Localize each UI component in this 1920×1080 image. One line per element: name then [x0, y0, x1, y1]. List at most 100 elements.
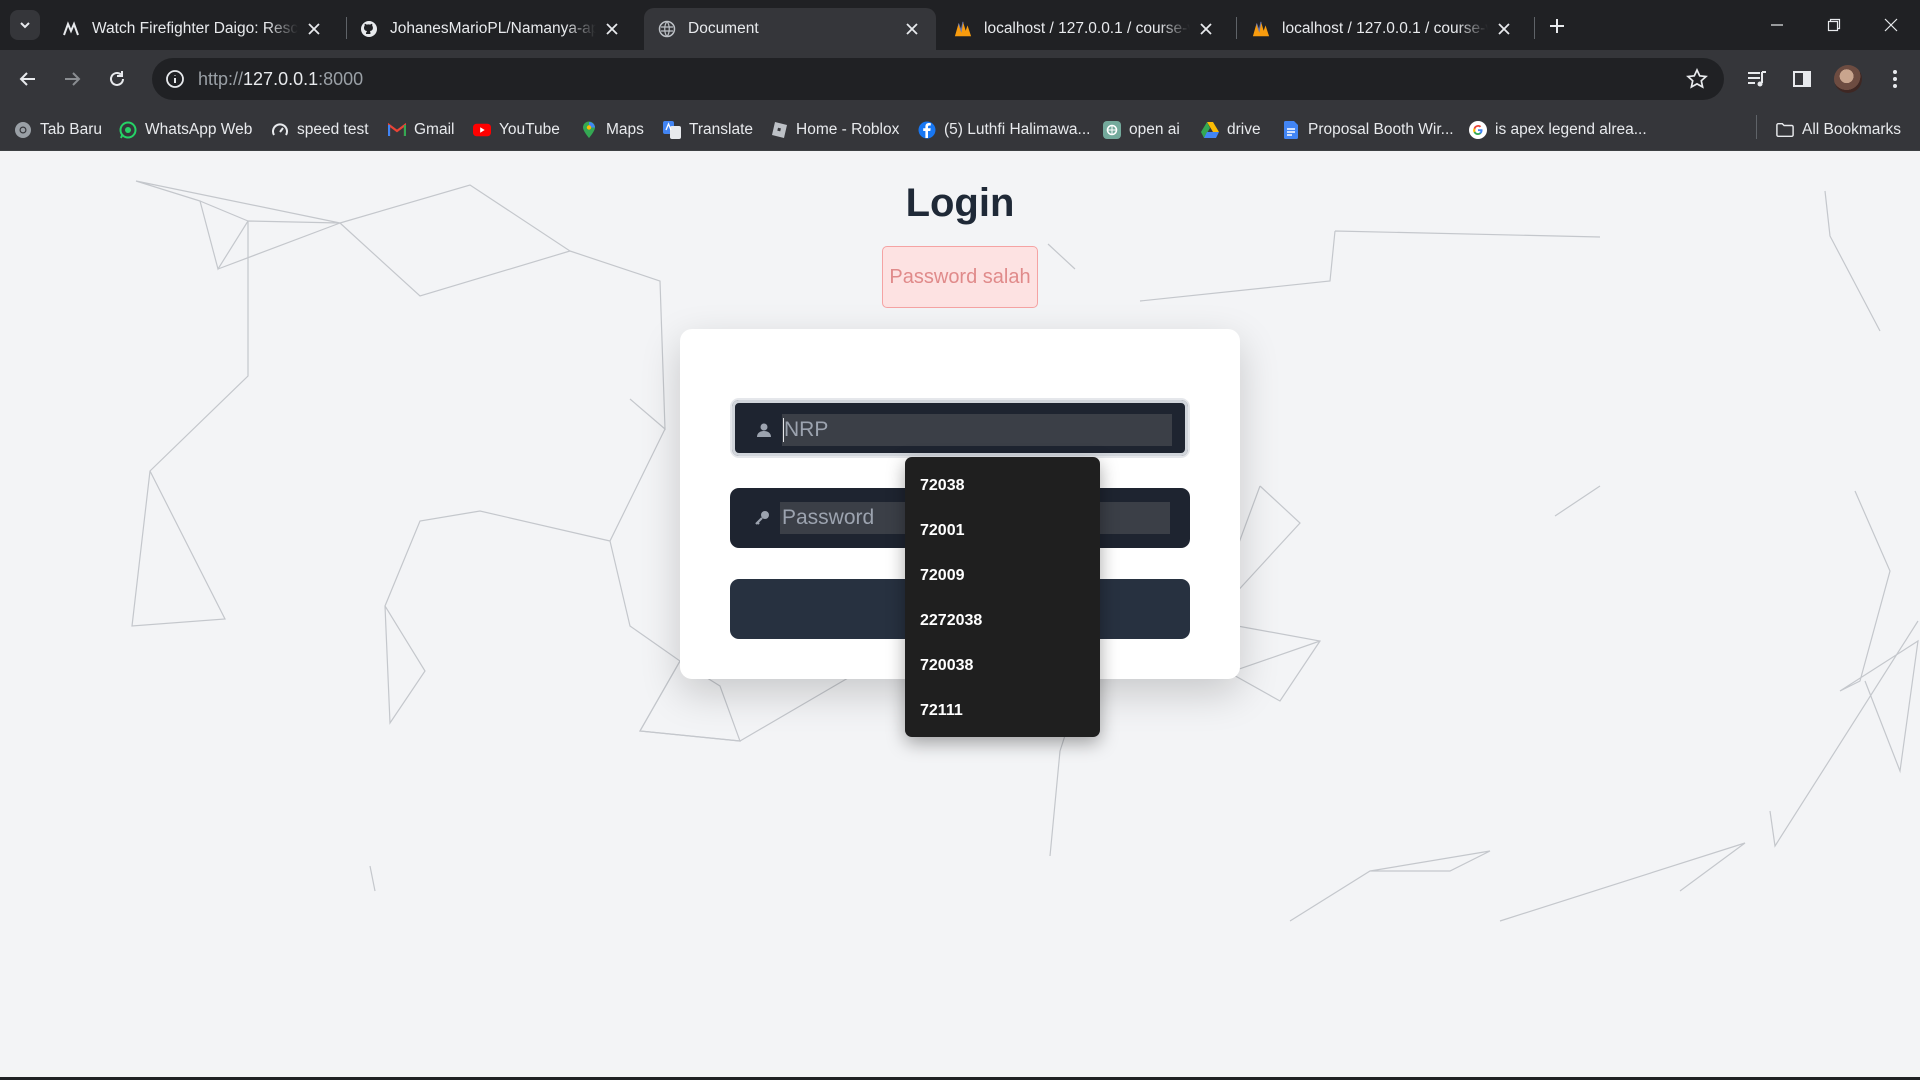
url-text: http://127.0.0.1:8000 — [198, 69, 363, 90]
url-port: :8000 — [318, 68, 364, 89]
bookmark-star-icon[interactable] — [1686, 68, 1708, 90]
media-queue-icon — [1748, 71, 1766, 87]
restore-button[interactable] — [1805, 0, 1863, 50]
close-icon[interactable] — [902, 19, 922, 39]
new-tab-button[interactable] — [1543, 12, 1571, 40]
close-icon[interactable] — [1196, 19, 1216, 39]
openai-icon — [1103, 121, 1121, 139]
back-button[interactable] — [12, 63, 44, 95]
key-icon — [752, 508, 772, 528]
page-title: Login — [905, 181, 1015, 225]
arrow-left-icon — [19, 72, 35, 86]
arrow-right-icon — [65, 72, 81, 86]
autocomplete-option[interactable]: 72001 — [905, 508, 1100, 553]
bookmark-proposal-booth[interactable]: Proposal Booth Wir... — [1282, 117, 1454, 143]
autocomplete-option[interactable]: 72038 — [905, 463, 1100, 508]
chrome-icon — [14, 121, 32, 139]
autocomplete-option[interactable]: 720038 — [905, 643, 1100, 688]
reload-icon — [110, 71, 124, 86]
close-icon[interactable] — [602, 19, 622, 39]
close-icon[interactable] — [1494, 19, 1514, 39]
google-icon — [1469, 121, 1487, 139]
side-panel-button[interactable] — [1789, 66, 1815, 92]
plus-icon — [1550, 19, 1564, 33]
browser-menu-button[interactable] — [1882, 66, 1908, 92]
maps-pin-icon — [580, 121, 598, 139]
bookmarks-bar: Tab Baru WhatsApp Web speed test Gmail Y… — [0, 108, 1920, 151]
github-icon — [360, 20, 378, 38]
gmail-icon — [388, 121, 406, 139]
bookmark-maps[interactable]: Maps — [580, 117, 644, 143]
tab-title: localhost / 127.0.0.1 / course-vo — [984, 20, 1190, 37]
tab-github[interactable]: JohanesMarioPL/Namanya-apa — [346, 8, 636, 50]
tab-phpmyadmin-1[interactable]: localhost / 127.0.0.1 / course-vo — [940, 8, 1230, 50]
autocomplete-option[interactable]: 2272038 — [905, 598, 1100, 643]
web-page: Login Password salah 72038 72001 72009 2… — [0, 151, 1920, 1077]
bookmark-drive[interactable]: drive — [1201, 117, 1261, 143]
google-docs-icon — [1282, 121, 1300, 139]
bookmark-gmail[interactable]: Gmail — [388, 117, 454, 143]
facebook-icon — [918, 121, 936, 139]
bookmark-whatsapp[interactable]: WhatsApp Web — [119, 117, 252, 143]
reload-button[interactable] — [101, 63, 133, 95]
bookmark-label: drive — [1227, 121, 1261, 138]
site-info-icon[interactable] — [162, 66, 188, 92]
tab-title: Watch Firefighter Daigo: Rescuer — [92, 20, 298, 37]
whatsapp-icon — [119, 121, 137, 139]
all-bookmarks-label: All Bookmarks — [1802, 121, 1902, 138]
autocomplete-option[interactable]: 72009 — [905, 553, 1100, 598]
tab-separator — [1534, 17, 1535, 39]
address-bar[interactable]: http://127.0.0.1:8000 — [152, 58, 1724, 100]
more-vertical-icon — [1893, 70, 1897, 88]
bookmarks-separator — [1756, 115, 1757, 139]
tab-separator — [1236, 17, 1237, 39]
close-window-button[interactable] — [1862, 0, 1920, 50]
bookmark-open-ai[interactable]: open ai — [1103, 117, 1180, 143]
chevron-down-icon — [20, 22, 30, 29]
bookmark-apex-legend[interactable]: is apex legend alrea... — [1469, 117, 1647, 143]
minimize-icon — [1771, 24, 1783, 26]
restore-icon — [1827, 18, 1841, 32]
tab-title: Document — [688, 20, 759, 37]
phpmyadmin-icon — [1252, 20, 1270, 38]
forward-button[interactable] — [56, 63, 88, 95]
bookmark-youtube[interactable]: YouTube — [473, 117, 560, 143]
tab-phpmyadmin-2[interactable]: localhost / 127.0.0.1 / course-vo — [1238, 8, 1528, 50]
tab-title: localhost / 127.0.0.1 / course-vo — [1282, 20, 1488, 37]
text-cursor — [783, 418, 784, 442]
autocomplete-option[interactable]: 72111 — [905, 688, 1100, 733]
nrp-field — [730, 398, 1190, 458]
bookmark-label: speed test — [297, 121, 369, 138]
close-icon[interactable] — [304, 19, 324, 39]
nrp-input[interactable] — [782, 414, 1172, 446]
all-bookmarks-button[interactable]: All Bookmarks — [1776, 117, 1901, 143]
bookmark-tab-baru[interactable]: Tab Baru — [14, 117, 102, 143]
bookmark-label: Gmail — [414, 121, 455, 138]
profile-avatar[interactable] — [1834, 65, 1862, 93]
bookmark-roblox[interactable]: Home - Roblox — [770, 117, 899, 143]
close-icon — [1884, 18, 1898, 32]
user-icon — [754, 420, 774, 440]
bookmark-label: Proposal Booth Wir... — [1308, 121, 1454, 138]
autocomplete-dropdown: 72038 72001 72009 2272038 720038 72111 — [905, 457, 1100, 737]
bookmark-label: is apex legend alrea... — [1495, 121, 1647, 138]
tab-title: JohanesMarioPL/Namanya-apa — [390, 20, 596, 37]
tab-document[interactable]: Document — [644, 8, 936, 50]
error-alert: Password salah — [882, 246, 1038, 308]
bookmark-label: Home - Roblox — [796, 121, 900, 138]
phpmyadmin-icon — [954, 20, 972, 38]
tab-firefighter-daigo[interactable]: Watch Firefighter Daigo: Rescuer — [48, 8, 338, 50]
bookmark-speed-test[interactable]: speed test — [271, 117, 369, 143]
bookmark-label: (5) Luthfi Halimawa... — [944, 121, 1091, 138]
bookmark-translate[interactable]: Translate — [663, 117, 753, 143]
bookmark-facebook[interactable]: (5) Luthfi Halimawa... — [918, 117, 1090, 143]
tab-search-button[interactable] — [10, 10, 40, 40]
roblox-icon — [770, 121, 788, 139]
bookmark-label: Maps — [606, 121, 644, 138]
media-controls-button[interactable] — [1744, 66, 1770, 92]
minimize-button[interactable] — [1748, 0, 1806, 50]
youtube-icon — [473, 121, 491, 139]
streaming-site-icon — [62, 20, 80, 38]
bookmark-label: open ai — [1129, 121, 1180, 138]
globe-icon — [658, 20, 676, 38]
